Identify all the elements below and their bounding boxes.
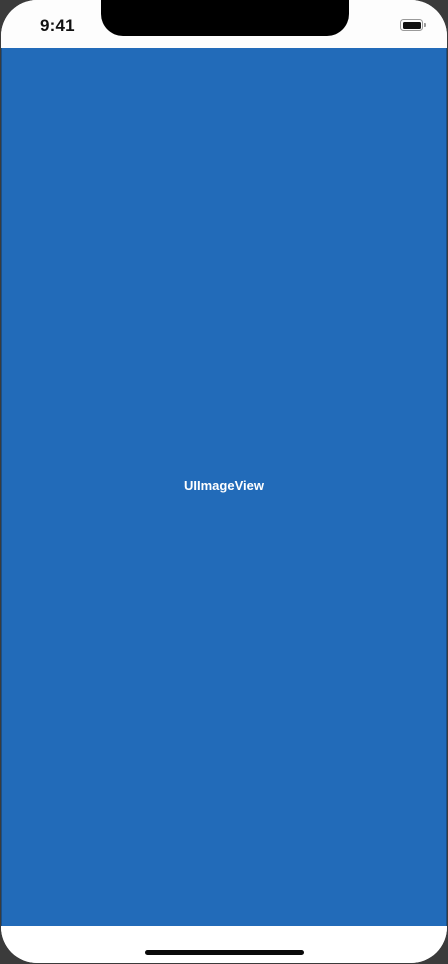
device-frame: 9:41 UIImageView	[0, 0, 448, 964]
battery-level	[402, 21, 421, 29]
battery-nub	[424, 23, 426, 27]
bottom-safe-area	[1, 926, 447, 963]
image-view-placeholder	[1, 48, 447, 926]
device-notch	[101, 0, 349, 36]
phone-screen: 9:41 UIImageView	[1, 0, 447, 963]
home-indicator[interactable]	[145, 950, 304, 955]
status-time: 9:41	[40, 16, 75, 35]
battery-icon	[400, 19, 426, 31]
